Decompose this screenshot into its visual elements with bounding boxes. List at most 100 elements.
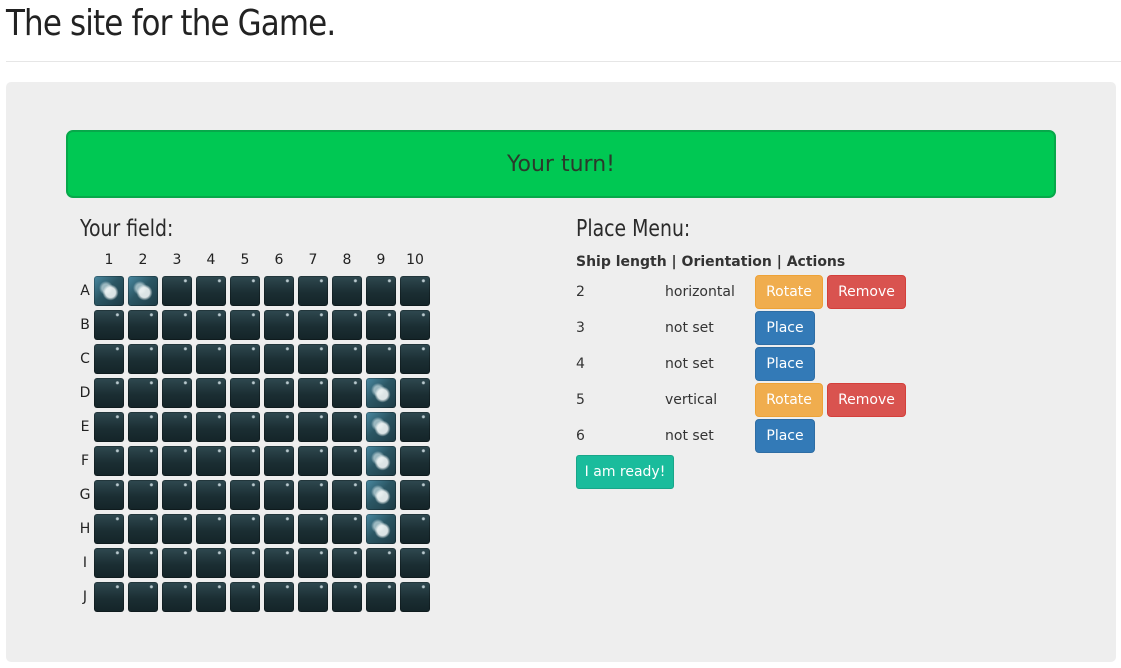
water-cell[interactable]: [94, 310, 124, 340]
water-cell[interactable]: [298, 276, 328, 306]
water-cell[interactable]: [264, 276, 294, 306]
water-cell[interactable]: [196, 480, 226, 510]
water-cell[interactable]: [162, 344, 192, 374]
remove-button[interactable]: Remove: [827, 275, 906, 309]
water-cell[interactable]: [332, 412, 362, 442]
remove-button[interactable]: Remove: [827, 383, 906, 417]
place-button[interactable]: Place: [755, 311, 815, 345]
water-cell[interactable]: [162, 276, 192, 306]
water-cell[interactable]: [162, 548, 192, 578]
water-cell[interactable]: [162, 412, 192, 442]
water-cell[interactable]: [128, 412, 158, 442]
water-cell[interactable]: [196, 548, 226, 578]
water-cell[interactable]: [332, 446, 362, 476]
place-button[interactable]: Place: [755, 347, 815, 381]
water-cell[interactable]: [196, 310, 226, 340]
water-cell[interactable]: [128, 310, 158, 340]
water-cell[interactable]: [128, 344, 158, 374]
water-cell[interactable]: [196, 412, 226, 442]
ship-cell[interactable]: [366, 412, 396, 442]
water-cell[interactable]: [298, 582, 328, 612]
water-cell[interactable]: [94, 412, 124, 442]
water-cell[interactable]: [264, 446, 294, 476]
water-cell[interactable]: [230, 310, 260, 340]
water-cell[interactable]: [128, 480, 158, 510]
water-cell[interactable]: [264, 310, 294, 340]
water-cell[interactable]: [162, 582, 192, 612]
water-cell[interactable]: [162, 446, 192, 476]
water-cell[interactable]: [264, 480, 294, 510]
ready-button[interactable]: I am ready!: [576, 455, 674, 489]
water-cell[interactable]: [196, 514, 226, 544]
water-cell[interactable]: [128, 582, 158, 612]
water-cell[interactable]: [298, 310, 328, 340]
water-cell[interactable]: [332, 344, 362, 374]
water-cell[interactable]: [230, 548, 260, 578]
water-cell[interactable]: [94, 548, 124, 578]
water-cell[interactable]: [128, 446, 158, 476]
water-cell[interactable]: [400, 344, 430, 374]
water-cell[interactable]: [196, 446, 226, 476]
water-cell[interactable]: [264, 548, 294, 578]
water-cell[interactable]: [128, 514, 158, 544]
water-cell[interactable]: [128, 378, 158, 408]
water-cell[interactable]: [332, 276, 362, 306]
water-cell[interactable]: [264, 412, 294, 442]
water-cell[interactable]: [230, 378, 260, 408]
rotate-button[interactable]: Rotate: [755, 383, 823, 417]
water-cell[interactable]: [400, 480, 430, 510]
water-cell[interactable]: [94, 514, 124, 544]
water-cell[interactable]: [230, 514, 260, 544]
water-cell[interactable]: [196, 276, 226, 306]
water-cell[interactable]: [400, 548, 430, 578]
water-cell[interactable]: [332, 480, 362, 510]
water-cell[interactable]: [298, 514, 328, 544]
water-cell[interactable]: [366, 310, 396, 340]
water-cell[interactable]: [128, 548, 158, 578]
ship-cell[interactable]: [94, 276, 124, 306]
water-cell[interactable]: [264, 344, 294, 374]
water-cell[interactable]: [94, 582, 124, 612]
water-cell[interactable]: [400, 582, 430, 612]
water-cell[interactable]: [298, 412, 328, 442]
water-cell[interactable]: [230, 412, 260, 442]
water-cell[interactable]: [230, 480, 260, 510]
water-cell[interactable]: [366, 276, 396, 306]
water-cell[interactable]: [196, 582, 226, 612]
water-cell[interactable]: [298, 378, 328, 408]
water-cell[interactable]: [400, 378, 430, 408]
water-cell[interactable]: [400, 310, 430, 340]
water-cell[interactable]: [94, 480, 124, 510]
place-button[interactable]: Place: [755, 419, 815, 453]
water-cell[interactable]: [400, 412, 430, 442]
water-cell[interactable]: [298, 446, 328, 476]
water-cell[interactable]: [400, 276, 430, 306]
water-cell[interactable]: [332, 548, 362, 578]
water-cell[interactable]: [332, 378, 362, 408]
water-cell[interactable]: [94, 446, 124, 476]
water-cell[interactable]: [366, 548, 396, 578]
water-cell[interactable]: [264, 514, 294, 544]
water-cell[interactable]: [298, 480, 328, 510]
water-cell[interactable]: [230, 344, 260, 374]
water-cell[interactable]: [298, 548, 328, 578]
ship-cell[interactable]: [366, 378, 396, 408]
water-cell[interactable]: [162, 480, 192, 510]
ship-cell[interactable]: [366, 446, 396, 476]
water-cell[interactable]: [162, 378, 192, 408]
water-cell[interactable]: [366, 582, 396, 612]
water-cell[interactable]: [230, 446, 260, 476]
water-cell[interactable]: [162, 514, 192, 544]
water-cell[interactable]: [332, 310, 362, 340]
water-cell[interactable]: [366, 344, 396, 374]
ship-cell[interactable]: [128, 276, 158, 306]
water-cell[interactable]: [264, 582, 294, 612]
rotate-button[interactable]: Rotate: [755, 275, 823, 309]
water-cell[interactable]: [298, 344, 328, 374]
water-cell[interactable]: [196, 378, 226, 408]
water-cell[interactable]: [332, 582, 362, 612]
water-cell[interactable]: [332, 514, 362, 544]
water-cell[interactable]: [94, 378, 124, 408]
water-cell[interactable]: [400, 446, 430, 476]
ship-cell[interactable]: [366, 480, 396, 510]
